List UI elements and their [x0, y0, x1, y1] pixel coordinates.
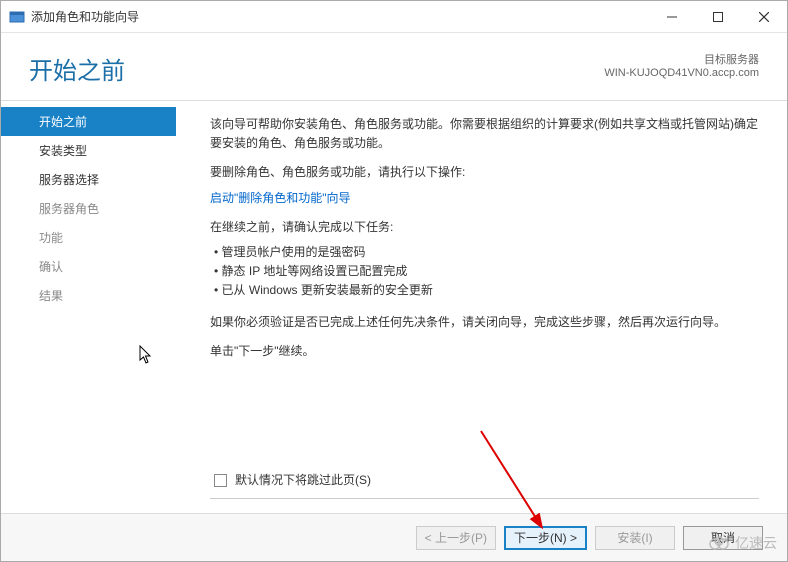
next-button[interactable]: 下一步(N) >: [504, 526, 587, 550]
body: 开始之前 安装类型 服务器选择 服务器角色 功能 确认 结果 该向导可帮助你安装…: [1, 101, 787, 513]
sidebar-item-label: 结果: [39, 289, 63, 303]
install-button: 安装(I): [595, 526, 675, 550]
task-item: 已从 Windows 更新安装最新的安全更新: [214, 281, 759, 300]
sidebar-item-label: 开始之前: [39, 115, 87, 129]
server-label: 目标服务器: [604, 51, 759, 67]
app-icon: [9, 9, 25, 25]
sidebar-item-label: 服务器角色: [39, 202, 99, 216]
sidebar-item-confirmation: 确认: [1, 252, 176, 281]
close-button[interactable]: [741, 1, 787, 33]
remove-label: 要删除角色、角色服务或功能，请执行以下操作:: [210, 163, 759, 182]
skip-checkbox[interactable]: [214, 474, 227, 487]
content-pane: 该向导可帮助你安装角色、角色服务或功能。你需要根据组织的计算要求(例如共享文档或…: [176, 101, 787, 513]
task-list: 管理员帐户使用的是强密码 静态 IP 地址等网络设置已配置完成 已从 Windo…: [214, 243, 759, 301]
task-item: 管理员帐户使用的是强密码: [214, 243, 759, 262]
sidebar-item-installation-type[interactable]: 安装类型: [1, 136, 176, 165]
page-title: 开始之前: [29, 51, 125, 86]
header-area: 开始之前 目标服务器 WIN-KUJOQD41VN0.accp.com: [1, 33, 787, 101]
confirm-label: 在继续之前，请确认完成以下任务:: [210, 218, 759, 237]
verify-text: 如果你必须验证是否已完成上述任何先决条件，请关闭向导，完成这些步骤，然后再次运行…: [210, 313, 759, 332]
footer: < 上一步(P) 下一步(N) > 安装(I) 取消: [1, 513, 787, 561]
wizard-window: 添加角色和功能向导 开始之前 目标服务器 WIN-KUJOQD41VN0.acc…: [0, 0, 788, 562]
content-divider: [210, 498, 759, 499]
sidebar-item-label: 安装类型: [39, 144, 87, 158]
sidebar-item-server-roles: 服务器角色: [1, 194, 176, 223]
remove-roles-link[interactable]: 启动"删除角色和功能"向导: [210, 189, 759, 208]
cancel-button[interactable]: 取消: [683, 526, 763, 550]
wizard-sidebar: 开始之前 安装类型 服务器选择 服务器角色 功能 确认 结果: [1, 101, 176, 513]
titlebar: 添加角色和功能向导: [1, 1, 787, 33]
sidebar-item-features: 功能: [1, 223, 176, 252]
previous-button: < 上一步(P): [416, 526, 496, 550]
sidebar-item-server-selection[interactable]: 服务器选择: [1, 165, 176, 194]
server-name: WIN-KUJOQD41VN0.accp.com: [604, 67, 759, 79]
sidebar-item-label: 确认: [39, 260, 63, 274]
target-server-info: 目标服务器 WIN-KUJOQD41VN0.accp.com: [604, 51, 759, 79]
window-controls: [649, 1, 787, 33]
task-item: 静态 IP 地址等网络设置已配置完成: [214, 262, 759, 281]
window-title: 添加角色和功能向导: [31, 8, 139, 25]
continue-text: 单击"下一步"继续。: [210, 342, 759, 361]
sidebar-item-label: 功能: [39, 231, 63, 245]
maximize-button[interactable]: [695, 1, 741, 33]
minimize-button[interactable]: [649, 1, 695, 33]
sidebar-item-label: 服务器选择: [39, 173, 99, 187]
skip-checkbox-row[interactable]: 默认情况下将跳过此页(S): [214, 471, 759, 490]
sidebar-item-results: 结果: [1, 281, 176, 310]
sidebar-item-before-you-begin[interactable]: 开始之前: [1, 107, 176, 136]
intro-text: 该向导可帮助你安装角色、角色服务或功能。你需要根据组织的计算要求(例如共享文档或…: [210, 115, 759, 153]
skip-label: 默认情况下将跳过此页(S): [235, 471, 371, 490]
